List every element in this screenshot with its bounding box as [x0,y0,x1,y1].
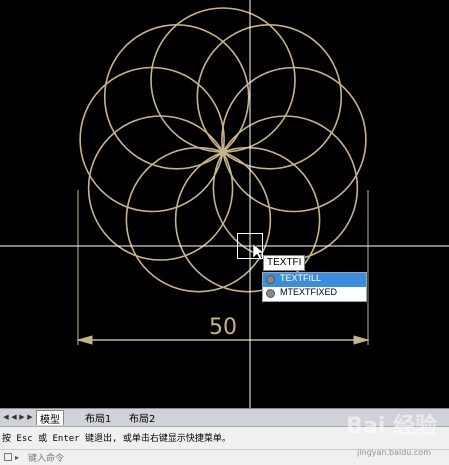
command-prompt-placeholder[interactable]: 键入命令 [28,451,64,464]
command-chevron-icon[interactable]: ▸ [15,453,19,462]
tab-prev-icon[interactable]: ◀ [10,412,18,422]
pickbox [237,233,263,259]
rosette-circle [87,115,234,261]
tab-layout1[interactable]: 布局1 [82,410,114,425]
command-gear-icon [266,289,275,298]
close-icon[interactable] [4,453,12,461]
tab-model[interactable]: 模型 [36,410,64,426]
suggestion-textfill[interactable]: TEXTFILL [263,273,366,287]
tab-first-icon[interactable]: ◀ [2,412,10,422]
suggestion-label: TEXTFILL [280,273,322,283]
rosette-circle [196,24,343,170]
suggestion-label: MTEXTFIXED [280,287,338,297]
dimension-text: 50 [209,315,237,340]
dimension-50: 50 [76,190,370,345]
tab-layout2[interactable]: 布局2 [126,410,158,425]
tab-last-icon[interactable]: ▶ [26,412,34,422]
command-history: 按 Esc 或 Enter 键退出, 或单击右键显示快捷菜单。 [2,434,231,444]
tab-next-icon[interactable]: ▶ [18,412,26,422]
drawing-svg: 50 [0,0,449,408]
command-gear-icon [266,275,275,284]
dynamic-command-input[interactable]: TEXTFI [263,255,306,271]
arrow-left-icon [76,335,93,345]
rosette-circle [125,146,272,293]
watermark-logo: Bai 经验 [346,414,437,439]
autocomplete-list: TEXTFILL MTEXTFIXED [262,272,367,302]
watermark-url: jingyan.baidu.com [357,448,431,457]
suggestion-mtextfixed[interactable]: MTEXTFIXED [263,287,366,301]
rosette-circle [212,115,359,261]
drawing-canvas[interactable]: 50 TEXTFI TEXTFILL MTEXTFIXED [0,0,449,408]
arrow-right-icon [353,335,370,345]
rosette-circle [103,24,250,170]
